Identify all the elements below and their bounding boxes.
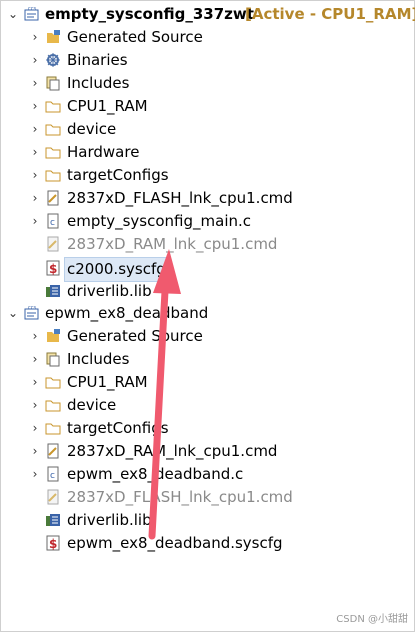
watermark-text: CSDN @小甜甜 [336,614,408,625]
generated-source-icon [45,29,61,45]
folder-icon [45,374,61,390]
expand-chevron-icon[interactable]: › [29,49,41,72]
tree-item-label: epwm_ex8_deadband.c [67,465,244,483]
expand-chevron-icon[interactable]: › [29,417,41,440]
cmd-file-excluded-icon [45,236,61,252]
folder-icon [45,98,61,114]
svg-text:$: $ [49,262,57,276]
tree-item-label: Generated Source [67,327,203,345]
tree-item-label: Includes [67,74,130,92]
tree-item-label: driverlib.lib [67,511,152,529]
cmd-file-excluded-icon [45,489,61,505]
collapse-chevron-icon[interactable]: ⌄ [7,302,19,325]
project-row-epwm-ex8-deadband[interactable]: ⌄ ccs epwm_ex8_deadband [1,302,414,325]
expand-chevron-icon[interactable]: › [29,164,41,187]
generated-source-icon [45,328,61,344]
folder-icon [45,121,61,137]
expand-chevron-icon[interactable]: › [29,210,41,233]
c-file-icon: c [45,466,61,482]
expand-chevron-icon[interactable]: › [29,118,41,141]
cmd-file-icon [45,190,61,206]
tree-item-label: empty_sysconfig_main.c [67,212,252,230]
svg-text:ccs: ccs [28,305,36,311]
includes-icon [45,351,61,367]
tree-item-label: CPU1_RAM [67,97,148,115]
expand-chevron-icon[interactable]: › [29,325,41,348]
svg-text:c: c [50,471,55,481]
collapse-chevron-icon[interactable]: ⌄ [7,3,19,26]
svg-text:ccs: ccs [28,6,36,12]
binaries-icon [45,52,61,68]
expand-chevron-icon[interactable]: › [29,440,41,463]
tree-item-label: targetConfigs [67,166,169,184]
expand-chevron-icon[interactable]: › [29,72,41,95]
tree-item-label: 2837xD_FLASH_lnk_cpu1.cmd [67,189,293,207]
svg-text:c: c [50,218,55,228]
folder-icon [45,397,61,413]
tree-item-label: driverlib.lib [67,282,152,300]
folder-icon [45,144,61,160]
expand-chevron-icon[interactable]: › [29,26,41,49]
syscfg-file-icon: $ [45,535,61,551]
project-name: empty_sysconfig_337zwt [45,5,254,23]
expand-chevron-icon[interactable]: › [29,394,41,417]
c-file-icon: c [45,213,61,229]
library-icon [45,283,61,299]
tree-item-label: device [67,120,117,138]
tree-item-label: device [67,396,117,414]
tree-item-label: Binaries [67,51,128,69]
tree-item-label: Hardware [67,143,140,161]
ccs-project-icon: ccs [24,6,40,22]
cmd-file-icon [45,443,61,459]
project-name: epwm_ex8_deadband [45,304,209,322]
expand-chevron-icon[interactable]: › [29,187,41,210]
tree-item-label: CPU1_RAM [67,373,148,391]
folder-icon [45,167,61,183]
tree-item-label: c2000.syscfg [64,257,169,282]
tree-item-label: Generated Source [67,28,203,46]
tree-item-label: 2837xD_RAM_lnk_cpu1.cmd [67,442,278,460]
tree-item-label: targetConfigs [67,419,169,437]
syscfg-file-icon: $ [45,260,61,276]
folder-icon [45,420,61,436]
includes-icon [45,75,61,91]
tree-item-label: 2837xD_RAM_lnk_cpu1.cmd [67,235,278,253]
project-row-empty-sysconfig[interactable]: ⌄ ccs empty_sysconfig_337zwt [Active - C… [1,3,415,26]
tree-item-label: Includes [67,350,130,368]
svg-text:$: $ [49,537,57,551]
tree-item-label: epwm_ex8_deadband.syscfg [67,534,283,552]
expand-chevron-icon[interactable]: › [29,463,41,486]
expand-chevron-icon[interactable]: › [29,371,41,394]
expand-chevron-icon[interactable]: › [29,348,41,371]
expand-chevron-icon[interactable]: › [29,141,41,164]
ccs-project-icon: ccs [24,305,40,321]
tree-item-label: 2837xD_FLASH_lnk_cpu1.cmd [67,488,293,506]
library-icon [45,512,61,528]
project-explorer-panel: ⌄ ccs empty_sysconfig_337zwt [Active - C… [0,0,415,632]
expand-chevron-icon[interactable]: › [29,95,41,118]
project-status: [Active - CPU1_RAM] [245,5,415,23]
